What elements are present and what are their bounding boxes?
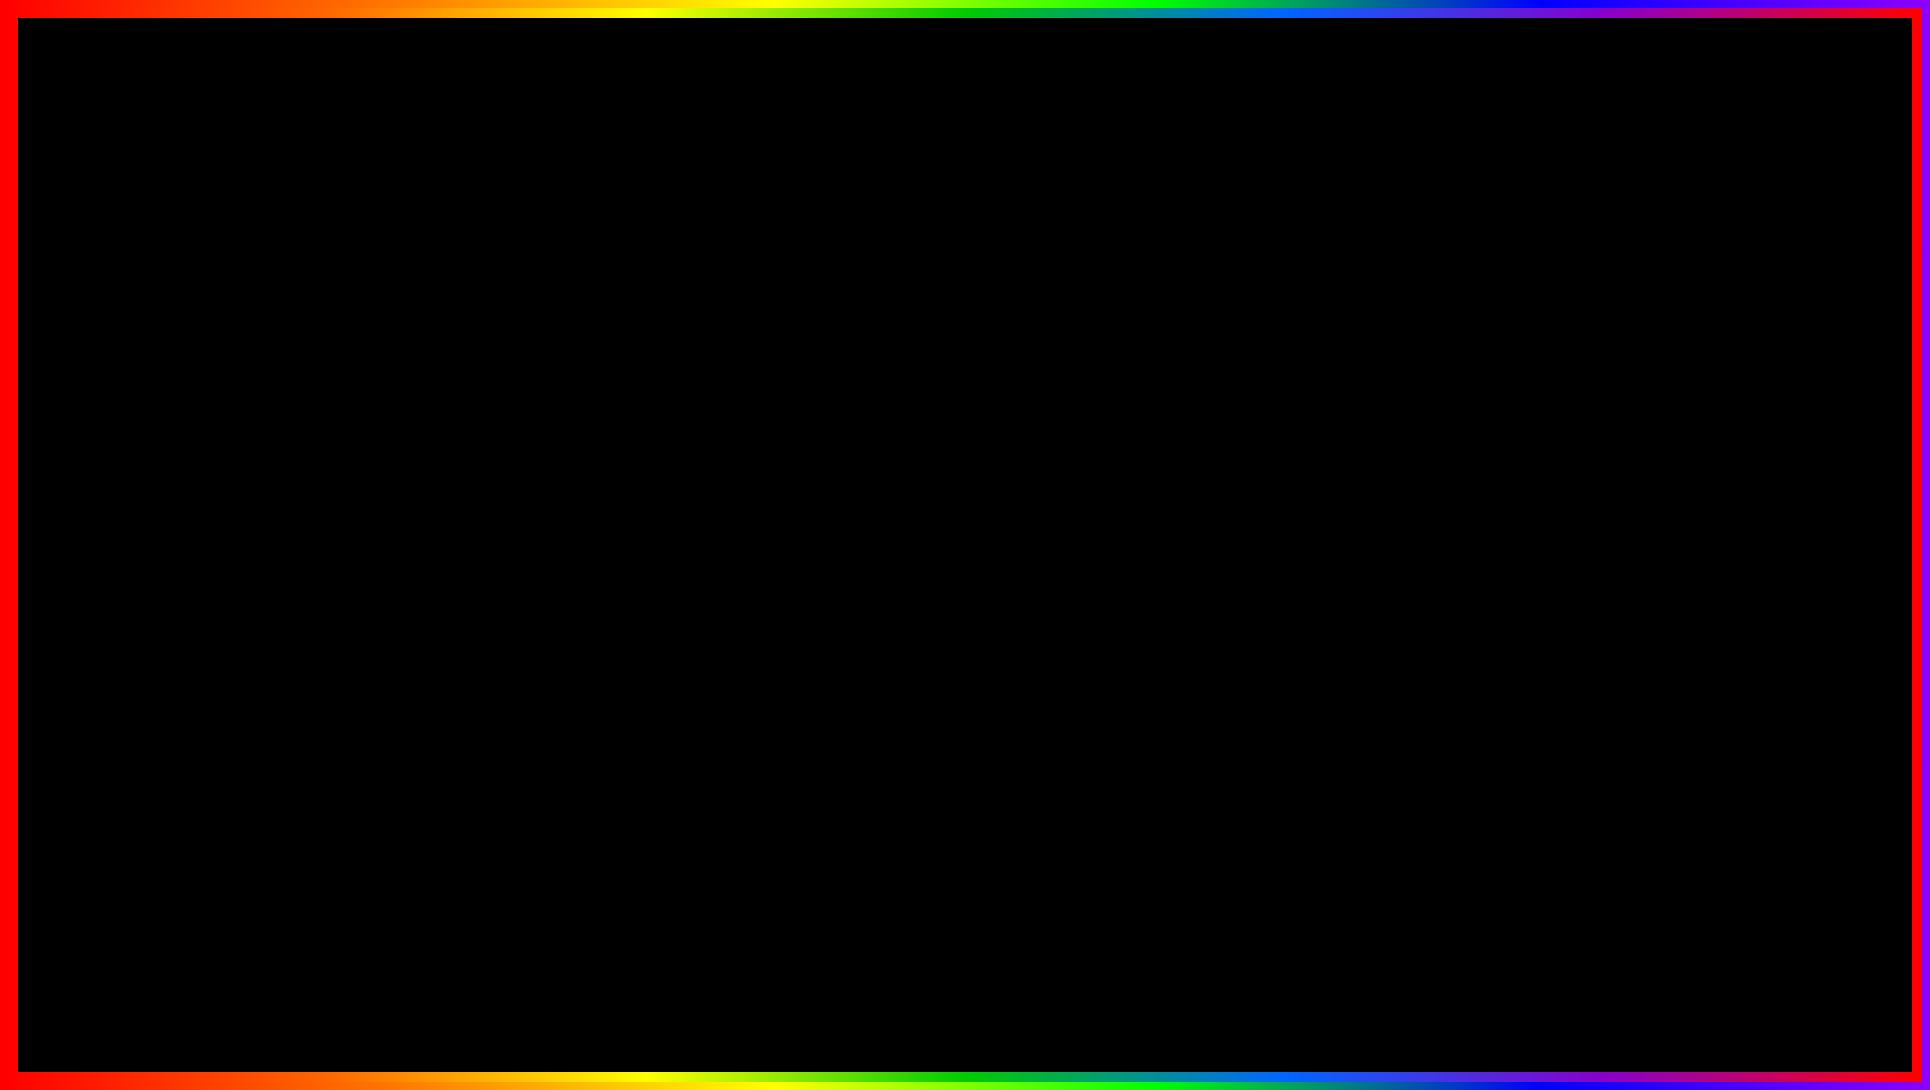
row-farm-mastery-gun[interactable]: Farm Mastery Gun bbox=[723, 475, 1158, 506]
outer-border: BLOX X FRUITS HIRIMI HIRIMI X HYPER HYPE… bbox=[0, 0, 1930, 1090]
checkbox-farm-nearest[interactable] bbox=[1128, 410, 1148, 430]
developer-icon: ⚡ bbox=[610, 370, 624, 383]
racev4-icon: ✿ bbox=[610, 550, 624, 563]
sidebar-label-setposition: Set Position bbox=[630, 519, 694, 533]
left-line-1: HIRIMI bbox=[88, 328, 430, 396]
row-farm-all-sword-600[interactable]: Farm All Sword 600 Mastery bbox=[723, 577, 1158, 608]
sidebar-item-setposition[interactable]: ✦ Set Position bbox=[600, 511, 714, 541]
sidebar-item-raid[interactable]: ⚔ Raid bbox=[600, 571, 714, 601]
main-icon: ◯ bbox=[610, 400, 624, 413]
left-line-4: HYPER NEW bbox=[88, 531, 430, 599]
setposition-icon: ✦ bbox=[610, 520, 624, 533]
bottom-update: UPDATE bbox=[314, 949, 677, 1052]
bottom-pastebin: PASTEBIN bbox=[1168, 949, 1616, 1052]
checkbox-farm-level[interactable]: ✓ bbox=[1128, 371, 1148, 391]
sidebar-label-main: Main bbox=[630, 399, 657, 413]
title-container: BLOX X FRUITS bbox=[8, 28, 1922, 212]
sidebar-item-developer[interactable]: ⚡ Developer bbox=[600, 361, 714, 391]
sidebar-item-item[interactable]: ◎ Item bbox=[600, 451, 714, 481]
sidebar-item-main[interactable]: ◯ Main bbox=[600, 391, 714, 421]
row-farm-all-sword[interactable]: Farm All Sword bbox=[723, 509, 1158, 540]
teleport-icon: ⟡ bbox=[610, 490, 624, 503]
setting-icon: ⚙ bbox=[610, 430, 624, 443]
sidebar-item-teleport[interactable]: ⟡ Teleport bbox=[600, 481, 714, 511]
gui-window: Hirimi Hub − ✕ ⚡ Developer ◯ Main ⚙ bbox=[598, 318, 1168, 645]
row-farm-level[interactable]: Farm Level ✓ bbox=[723, 363, 1158, 399]
sidebar-label-sky: Sky bbox=[630, 612, 650, 626]
row-farm-mastery-fruit[interactable]: Farm Mastery Fruit bbox=[723, 441, 1158, 472]
gui-titlebar: Hirimi Hub − ✕ bbox=[600, 320, 1166, 355]
raid-icon: ⚔ bbox=[610, 580, 624, 593]
sky-icon: 👤 bbox=[610, 609, 624, 629]
row-select-farm-mastery-sword[interactable]: Select Farm Mastery Sword bbox=[723, 543, 1158, 574]
sidebar-label-developer: Developer bbox=[630, 369, 685, 383]
gui-body: ⚡ Developer ◯ Main ⚙ Setting ◎ Item ⟡ bbox=[600, 355, 1166, 643]
screenshot-card-2 bbox=[185, 778, 351, 896]
title-x: X bbox=[844, 28, 951, 212]
sidebar-item-sky[interactable]: 👤 Sky bbox=[600, 601, 714, 637]
gui-content: Farm Level ✓ Farm Nearest Farm Mastery F… bbox=[715, 355, 1166, 643]
sidebar-label-raid: Raid bbox=[630, 579, 655, 593]
sidebar-label-racev4: Race V4 bbox=[630, 549, 676, 563]
label-farm-mastery-fruit: Farm Mastery Fruit bbox=[733, 449, 843, 464]
minimize-button[interactable]: − bbox=[1110, 328, 1128, 346]
item-icon: ◎ bbox=[610, 460, 624, 473]
bottom-number: 20 bbox=[697, 949, 797, 1052]
close-button[interactable]: ✕ bbox=[1136, 328, 1154, 346]
sidebar-item-setting[interactable]: ⚙ Setting bbox=[600, 421, 714, 451]
label-farm-all-sword: Farm All Sword bbox=[733, 517, 821, 532]
sidebar-label-setting: Setting bbox=[630, 429, 667, 443]
label-select-farm-mastery-sword: Select Farm Mastery Sword bbox=[733, 551, 893, 566]
bottom-script: SCRIPT bbox=[818, 949, 1148, 1052]
sidebar-item-racev4[interactable]: ✿ Race V4 bbox=[600, 541, 714, 571]
row-farm-nearest[interactable]: Farm Nearest bbox=[723, 402, 1158, 438]
title-blox: BLOX bbox=[415, 28, 839, 212]
label-farm-nearest: Farm Nearest bbox=[733, 413, 812, 428]
left-text-block: HIRIMI HIRIMI X HYPER HYPER NEW bbox=[88, 328, 430, 598]
gui-controls: − ✕ bbox=[1110, 328, 1154, 346]
gui-title: Hirimi Hub bbox=[612, 329, 683, 345]
title-fruits: FRUITS bbox=[955, 28, 1515, 212]
left-line-2: HIRIMI X bbox=[88, 396, 430, 464]
label-farm-all-sword-600: Farm All Sword 600 Mastery bbox=[733, 585, 896, 600]
bottom-text-bar: UPDATE 20 SCRIPT PASTEBIN bbox=[8, 949, 1922, 1052]
left-line-3: HYPER bbox=[88, 463, 430, 531]
label-farm-level: Farm Level bbox=[733, 374, 798, 389]
sidebar-label-teleport: Teleport bbox=[630, 489, 673, 503]
label-farm-mastery-gun: Farm Mastery Gun bbox=[733, 483, 841, 498]
gui-sidebar: ⚡ Developer ◯ Main ⚙ Setting ◎ Item ⟡ bbox=[600, 355, 715, 643]
sidebar-label-item: Item bbox=[630, 459, 653, 473]
